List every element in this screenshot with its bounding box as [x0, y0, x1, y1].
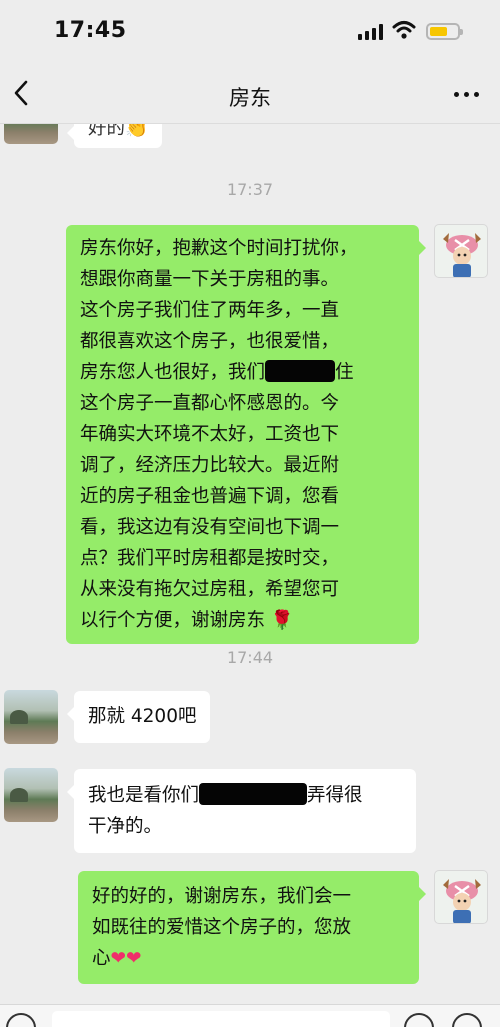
battery-icon: [426, 23, 463, 40]
signal-icon: [358, 24, 384, 40]
avatar[interactable]: [434, 870, 488, 924]
nav-bar: 房东: [0, 62, 500, 124]
clap-emoji: 👏: [125, 124, 149, 139]
message-bubble[interactable]: 好的好的，谢谢房东，我们会一 如既往的爱惜这个房子的，您放 心❤❤: [78, 871, 426, 984]
battery-level: [430, 27, 447, 36]
timestamp: 17:37: [226, 180, 274, 199]
message-list[interactable]: 好的👏 17:37 房东你好，抱歉这个时间打扰你， 想跟你商量一下关于房租的事。…: [0, 124, 500, 1004]
heart-emoji: ❤❤: [110, 948, 142, 969]
more-dots-icon[interactable]: [452, 84, 482, 104]
message-bubble[interactable]: 那就 4200吧: [66, 691, 211, 743]
avatar[interactable]: [4, 768, 58, 822]
timestamp: 17:44: [226, 648, 274, 667]
status-time: 17:45: [54, 18, 127, 43]
rose-emoji: 🌹: [270, 610, 294, 631]
avatar[interactable]: [4, 690, 58, 744]
message-bubble[interactable]: 我也是看你们 弄得很 干净的。: [67, 769, 416, 853]
input-bar: [0, 1004, 500, 1027]
chat-screen: 17:45 房东 好的👏 17:37 房东你好，抱歉这个时间打扰你， 想跟你商量…: [0, 0, 500, 1027]
message-bubble[interactable]: 好的👏: [66, 124, 163, 148]
page-title: 房东: [229, 86, 271, 110]
avatar[interactable]: [4, 124, 58, 144]
plus-icon[interactable]: [452, 1013, 482, 1027]
status-bar: 17:45: [0, 0, 500, 62]
cartoon-avatar-icon: [443, 879, 481, 923]
redaction-mark: [265, 360, 336, 382]
message-input[interactable]: [52, 1011, 390, 1027]
wifi-icon: [392, 21, 416, 39]
message-bubble[interactable]: 房东你好，抱歉这个时间打扰你， 想跟你商量一下关于房租的事。 这个房子我们住了两…: [66, 225, 426, 644]
redaction-mark: [199, 783, 308, 805]
emoji-icon[interactable]: [404, 1013, 434, 1027]
avatar[interactable]: [434, 224, 488, 278]
voice-icon[interactable]: [6, 1013, 36, 1027]
cartoon-avatar-icon: [443, 233, 481, 277]
